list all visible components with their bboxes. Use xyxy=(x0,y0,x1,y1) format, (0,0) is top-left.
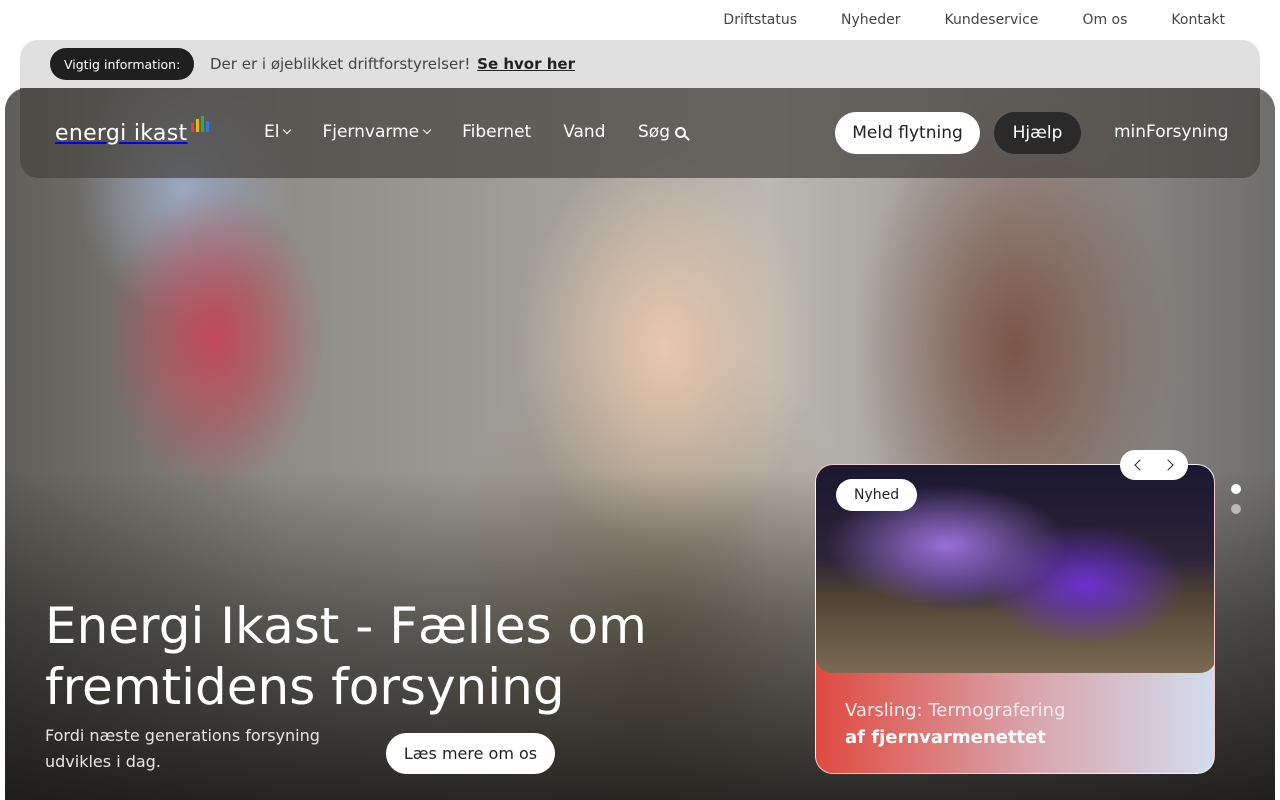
chevron-left-icon[interactable] xyxy=(1134,459,1146,471)
info-see-where-link[interactable]: Se hvor her xyxy=(477,55,575,73)
nav-vand-label: Vand xyxy=(563,122,606,142)
hero-title: Energi Ikast - Fælles om fremtidens fors… xyxy=(45,597,647,716)
primary-nav: El Fjernvarme Fibernet Vand xyxy=(264,122,606,142)
logo-bars-icon xyxy=(191,116,210,132)
info-label-badge: Vigtig information: xyxy=(50,48,195,80)
read-more-button[interactable]: Læs mere om os xyxy=(386,733,555,774)
carousel-controls xyxy=(1120,450,1188,480)
nav-fibernet-label: Fibernet xyxy=(462,122,532,142)
util-link-om-os[interactable]: Om os xyxy=(1082,12,1127,28)
hero-subtitle: Fordi næste generations forsyning udvikl… xyxy=(45,726,320,771)
chevron-down-icon xyxy=(283,125,292,135)
nav-fjernvarme-label: Fjernvarme xyxy=(322,122,420,142)
news-title-line2: af fjernvarmenettet xyxy=(845,727,1046,748)
logo[interactable]: energi ikast xyxy=(55,116,210,146)
help-button[interactable]: Hjælp xyxy=(994,112,1081,154)
nav-vand[interactable]: Vand xyxy=(563,122,605,142)
util-link-nyheder[interactable]: Nyheder xyxy=(841,12,901,28)
news-title: Varsling: Termografering af fjernvarmene… xyxy=(845,697,1066,751)
news-badge: Nyhed xyxy=(836,479,918,511)
min-forsyning-link[interactable]: minForsyning xyxy=(1114,122,1229,142)
search-icon xyxy=(674,126,686,138)
chevron-down-icon xyxy=(422,125,432,135)
util-link-kundeservice[interactable]: Kundeservice xyxy=(945,12,1039,28)
carousel-dot-1[interactable] xyxy=(1231,484,1241,494)
nav-el-label: El xyxy=(264,122,280,142)
util-link-driftstatus[interactable]: Driftstatus xyxy=(723,12,797,28)
news-card[interactable]: Nyhed Varsling: Termografering af fjernv… xyxy=(815,464,1215,774)
carousel-dots xyxy=(1231,484,1241,514)
util-link-kontakt[interactable]: Kontakt xyxy=(1171,12,1225,28)
carousel-dot-2[interactable] xyxy=(1231,504,1241,514)
info-text: Der er i øjeblikket driftforstyrelser! xyxy=(210,55,471,73)
nav-fjernvarme[interactable]: Fjernvarme xyxy=(322,122,432,142)
utility-nav: Driftstatus Nyheder Kundeservice Om os K… xyxy=(723,0,1225,40)
search-button[interactable]: Søg xyxy=(638,122,686,142)
info-message: Der er i øjeblikket driftforstyrelser! S… xyxy=(210,55,575,73)
search-label: Søg xyxy=(638,122,670,142)
nav-fibernet[interactable]: Fibernet xyxy=(462,122,531,142)
chevron-right-icon[interactable] xyxy=(1162,459,1174,471)
nav-el[interactable]: El xyxy=(264,122,292,142)
report-move-button[interactable]: Meld flytning xyxy=(835,112,980,154)
main-header: energi ikast El Fjernvarme Fibernet Vand… xyxy=(20,88,1260,178)
news-title-line1: Varsling: Termografering xyxy=(845,700,1066,721)
logo-text: energi ikast xyxy=(55,121,188,146)
